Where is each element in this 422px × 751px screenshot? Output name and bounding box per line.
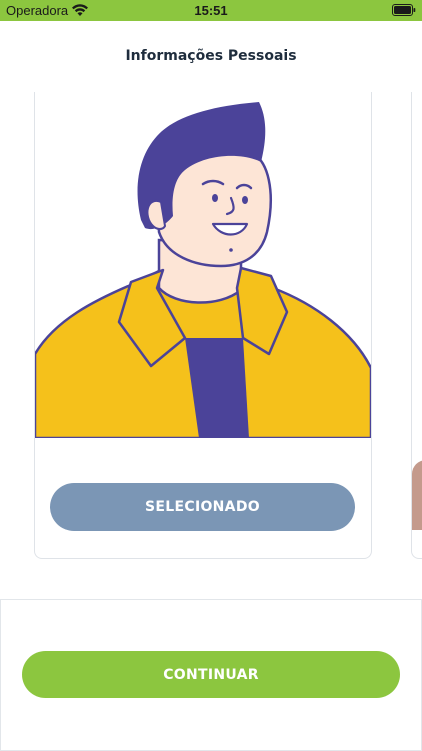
next-avatar-illustration [412, 460, 422, 530]
selected-button[interactable]: SELECIONADO [50, 483, 355, 531]
status-bar: Operadora 15:51 [0, 0, 422, 21]
continue-button[interactable]: CONTINUAR [22, 651, 400, 698]
avatar-card-next[interactable] [411, 92, 422, 559]
status-time: 15:51 [194, 3, 228, 18]
avatar-card-selected[interactable]: SELECIONADO [34, 92, 372, 559]
battery-icon [392, 4, 416, 16]
man-avatar-illustration [35, 102, 371, 438]
page-title: Informações Pessoais [125, 48, 297, 64]
